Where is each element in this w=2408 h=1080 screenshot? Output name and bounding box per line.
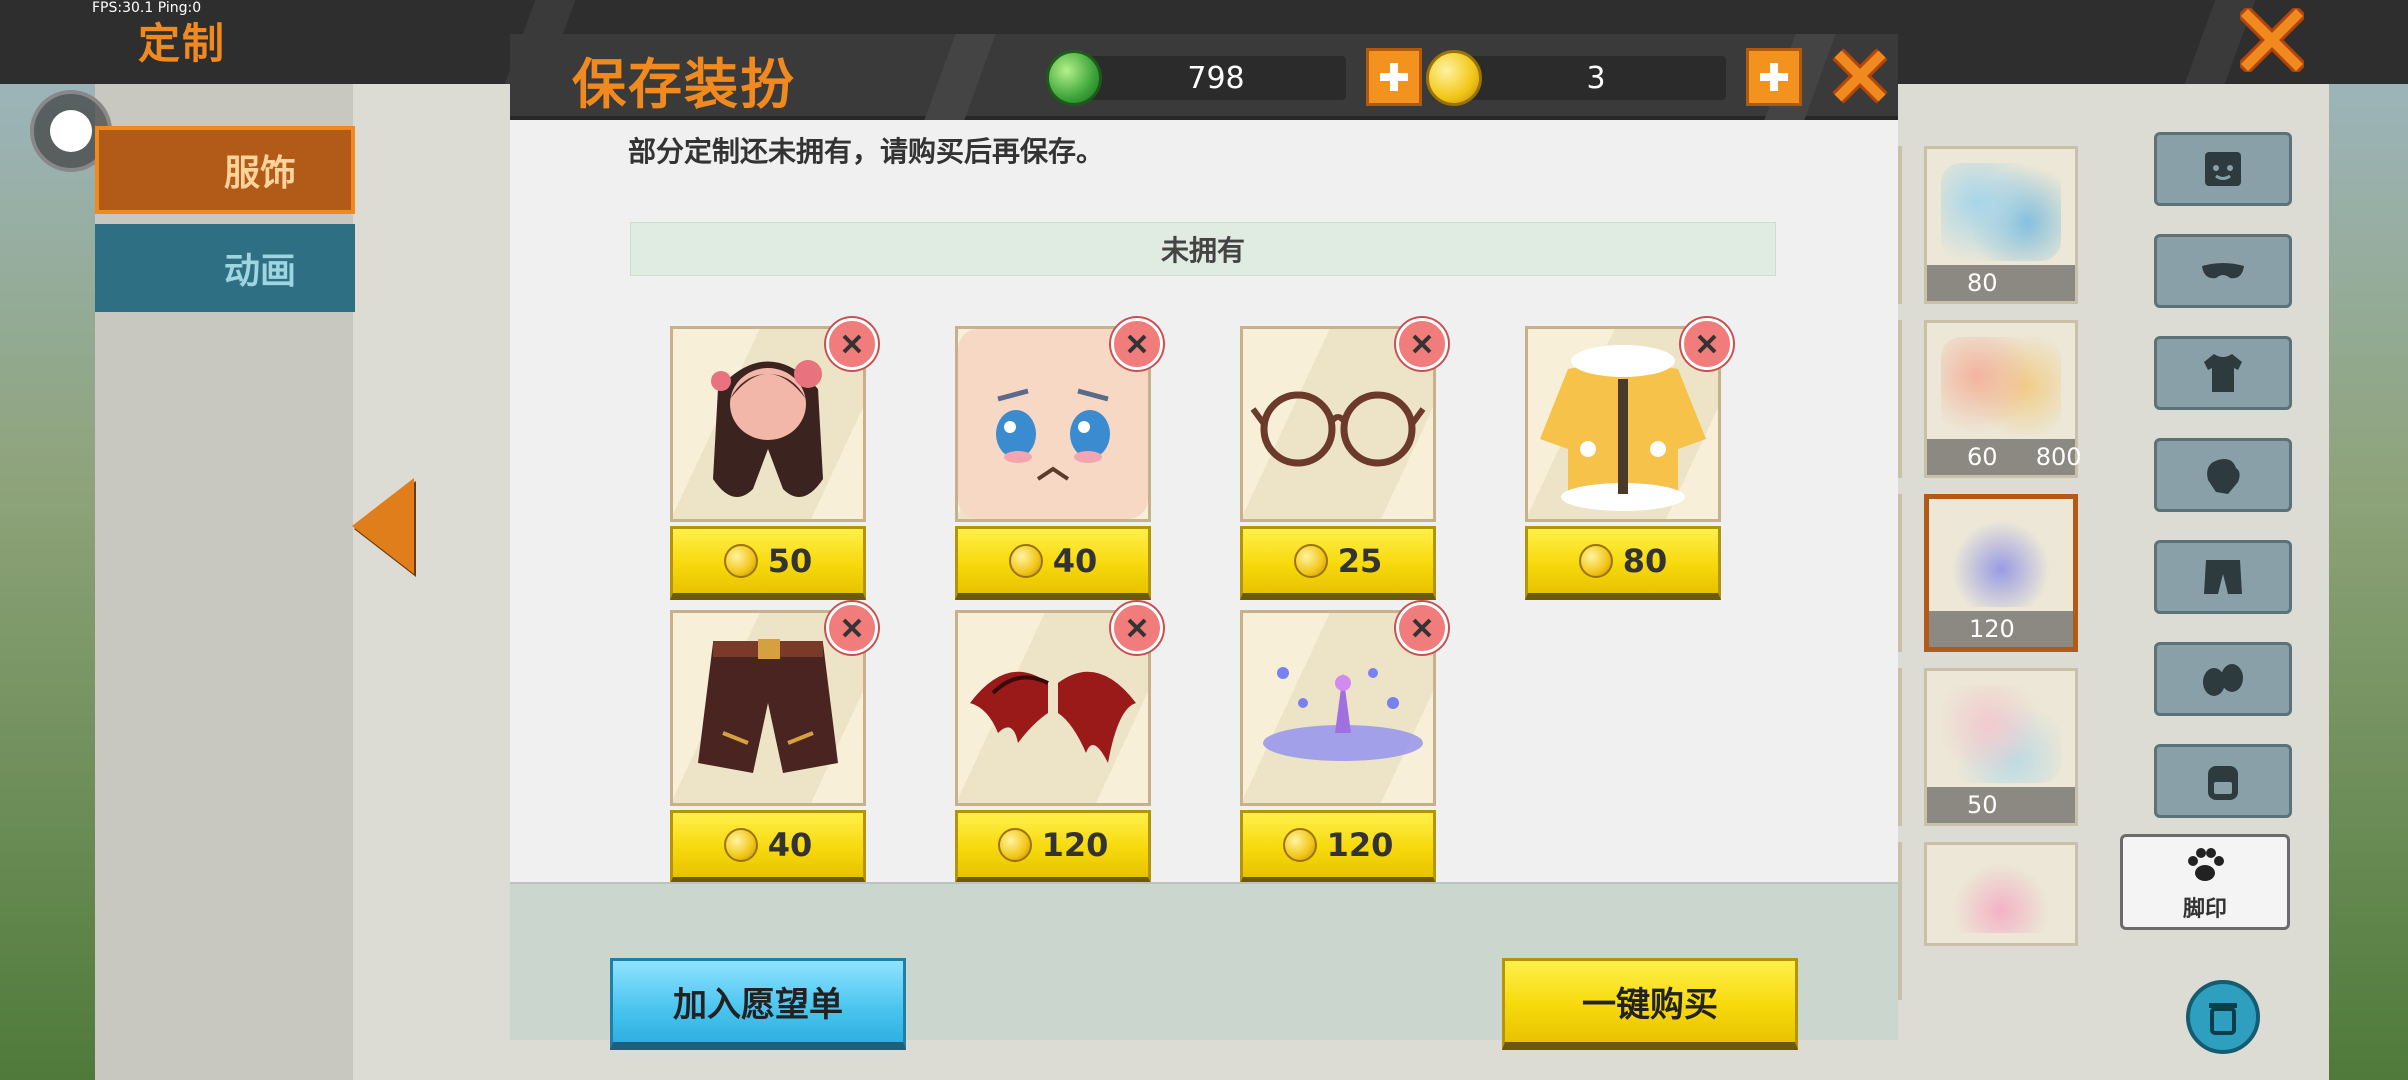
unowned-notice: 部分定制还未拥有，请购买后再保存。 [628,135,1105,168]
buy-item-button[interactable]: 120 [955,810,1151,884]
coin-icon [723,828,758,862]
save-outfit-dialog: 保存装扮 798 3 部分定制还未拥有，请购买后再保存。 未拥有 50 40 2… [510,34,1898,1050]
plus-icon [1760,63,1788,91]
coin-icon [1426,50,1482,106]
tab-animation[interactable]: 动画 [95,224,355,312]
buy-item-button[interactable]: 40 [670,810,866,884]
shop-item[interactable]: 50 [1924,668,2078,826]
add-coins-button[interactable] [1746,48,1802,106]
add-to-wishlist-button[interactable]: 加入愿望单 [610,958,906,1050]
category-gloves[interactable] [2154,438,2292,512]
shop-item-price-gems: 800 [2035,443,2082,471]
close-icon [1412,334,1432,354]
close-icon [1127,334,1147,354]
item-price: 120 [1041,826,1109,864]
close-icon [1697,334,1717,354]
coin-icon [1008,544,1043,578]
item-price: 40 [1052,542,1098,580]
unowned-section-header: 未拥有 [630,222,1776,276]
remove-item-button[interactable] [1396,318,1448,370]
category-shoes[interactable] [2154,642,2292,716]
shop-item[interactable] [1924,842,2078,946]
remove-item-button[interactable] [1111,602,1163,654]
close-icon[interactable] [2240,8,2304,72]
coin-icon [1282,828,1317,862]
category-backpack[interactable] [2154,744,2292,818]
page-title: 定制 [138,19,227,68]
face-icon [2205,152,2241,186]
category-footprint-label: 脚印 [2182,897,2227,922]
item-price: 120 [1326,826,1394,864]
remove-item-button[interactable] [826,602,878,654]
close-icon [842,618,862,638]
remove-item-button[interactable] [1111,318,1163,370]
buy-all-button[interactable]: 一键购买 [1502,958,1798,1050]
category-mask[interactable] [2154,234,2292,308]
tab-animation-label: 动画 [223,251,296,292]
tab-clothing[interactable]: 服饰 [95,126,355,214]
tab-clothing-label: 服饰 [223,153,296,194]
mask-icon [2202,263,2244,279]
dialog-body: 部分定制还未拥有，请购买后再保存。 未拥有 50 40 25 80 40 120… [510,120,1898,884]
gem-icon [1046,50,1102,106]
shop-item-price: 120 [1969,615,2015,643]
category-top[interactable] [2154,336,2292,410]
shoes-icon [2203,664,2243,696]
dialog-title: 保存装扮 [572,53,796,116]
item-price: 25 [1337,542,1383,580]
remove-item-button[interactable] [1396,602,1448,654]
add-gems-button[interactable] [1366,48,1422,106]
paw-icon [2188,848,2224,881]
dialog-close-icon[interactable] [1828,44,1892,108]
buy-item-button[interactable]: 80 [1525,526,1721,600]
plus-icon [1380,63,1408,91]
dialog-footer: 加入愿望单 一键购买 [510,882,1898,1050]
remove-item-button[interactable] [1681,318,1733,370]
item-price: 50 [767,542,813,580]
shop-item[interactable]: 80 [1924,146,2078,304]
shirt-icon [2204,354,2242,392]
coin-icon [723,544,758,578]
dialog-header: 保存装扮 798 3 [510,34,1898,120]
coin-icon [1578,544,1613,578]
gem-count: 798 [1086,56,1346,100]
buy-item-button[interactable]: 120 [1240,810,1436,884]
coin-icon [1293,544,1328,578]
buy-item-button[interactable]: 40 [955,526,1151,600]
shop-item-selected[interactable]: 120 [1924,494,2078,652]
trash-icon [2209,1003,2237,1035]
coin-icon [997,828,1032,862]
close-icon [842,334,862,354]
buy-item-button[interactable]: 50 [670,526,866,600]
glove-icon [2207,459,2240,494]
shop-item-price: 60 [1967,443,1998,471]
remove-item-button[interactable] [826,318,878,370]
shop-item-price: 50 [1967,791,1998,819]
pants-icon [2204,560,2242,594]
item-price: 40 [767,826,813,864]
item-price: 80 [1622,542,1668,580]
backpack-icon [2208,766,2238,800]
trash-button[interactable] [2186,980,2260,1054]
category-face[interactable] [2154,132,2292,206]
shop-item[interactable]: 60 800 [1924,320,2082,478]
category-pants[interactable] [2154,540,2292,614]
buy-item-button[interactable]: 25 [1240,526,1436,600]
category-footprint[interactable]: 脚印 [2120,834,2290,930]
close-icon [1127,618,1147,638]
close-icon [1412,618,1432,638]
left-arrow-icon[interactable] [352,478,414,574]
shop-item-price: 80 [1967,269,1998,297]
coin-count: 3 [1466,56,1726,100]
